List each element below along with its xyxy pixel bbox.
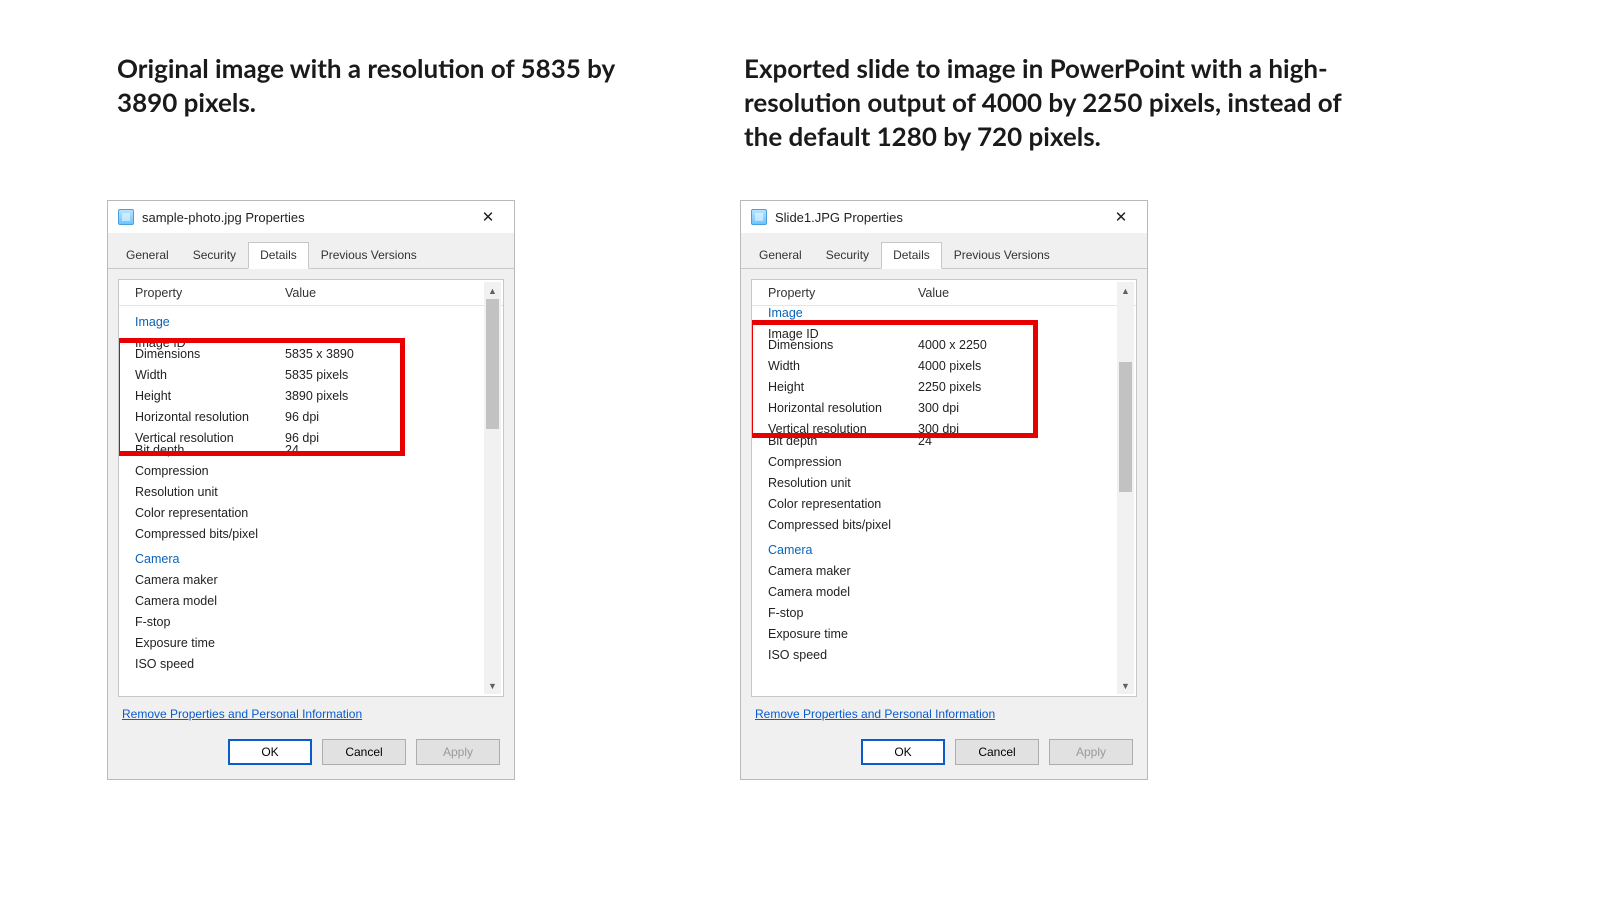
prop-cammaker: Camera maker	[135, 570, 285, 591]
prop-compression: Compression	[768, 452, 918, 473]
scroll-thumb[interactable]	[1119, 362, 1132, 492]
caption-left: Original image with a resolution of 5835…	[117, 52, 677, 120]
prop-bitdepth: Bit depth	[135, 440, 285, 461]
apply-button: Apply	[416, 739, 500, 765]
section-camera: Camera	[135, 549, 285, 570]
val-bitdepth: 24	[285, 440, 481, 461]
ok-button[interactable]: OK	[861, 739, 945, 765]
scroll-down-icon[interactable]: ▼	[484, 677, 501, 694]
prop-dimensions: Dimensions	[768, 335, 918, 356]
section-image-clipped: Image	[768, 303, 918, 324]
prop-bitdepth: Bit depth	[768, 431, 918, 452]
val-height: 3890 pixels	[285, 386, 481, 407]
details-panel: Property Value Image Image ID Dimensions…	[751, 279, 1137, 697]
caption-right: Exported slide to image in PowerPoint wi…	[744, 52, 1344, 153]
tab-strip: General Security Details Previous Versio…	[741, 233, 1147, 269]
val-width: 5835 pixels	[285, 365, 481, 386]
tab-general[interactable]: General	[747, 242, 814, 269]
window-title: sample-photo.jpg Properties	[142, 210, 468, 225]
scroll-up-icon[interactable]: ▲	[1117, 282, 1134, 299]
dialog-buttons: OK Cancel Apply	[108, 731, 514, 777]
properties-dialog-right: Slide1.JPG Properties ✕ General Security…	[740, 200, 1148, 780]
window-title: Slide1.JPG Properties	[775, 210, 1101, 225]
close-button[interactable]: ✕	[1101, 203, 1141, 231]
column-headers: Property Value	[119, 280, 503, 306]
property-list: Image Image ID Dimensions4000 x 2250 Wid…	[752, 306, 1136, 666]
val-height: 2250 pixels	[918, 377, 1114, 398]
prop-dimensions: Dimensions	[135, 344, 285, 365]
prop-iso: ISO speed	[768, 645, 918, 666]
image-file-icon	[751, 209, 767, 225]
prop-cammaker: Camera maker	[768, 561, 918, 582]
cancel-button[interactable]: Cancel	[322, 739, 406, 765]
titlebar: Slide1.JPG Properties ✕	[741, 201, 1147, 233]
properties-dialog-left: sample-photo.jpg Properties ✕ General Se…	[107, 200, 515, 780]
scroll-down-icon[interactable]: ▼	[1117, 677, 1134, 694]
prop-exptime: Exposure time	[768, 624, 918, 645]
property-list: Image Image ID Dimensions5835 x 3890 Wid…	[119, 306, 503, 675]
details-panel: Property Value Image Image ID Dimensions…	[118, 279, 504, 697]
prop-iso: ISO speed	[135, 654, 285, 675]
val-bitdepth: 24	[918, 431, 1114, 452]
prop-fstop: F-stop	[768, 603, 918, 624]
section-image: Image	[135, 312, 285, 333]
val-dimensions: 5835 x 3890	[285, 344, 481, 365]
header-property: Property	[135, 286, 285, 300]
section-camera: Camera	[768, 540, 918, 561]
tab-previous-versions[interactable]: Previous Versions	[942, 242, 1062, 269]
cancel-button[interactable]: Cancel	[955, 739, 1039, 765]
apply-button: Apply	[1049, 739, 1133, 765]
scrollbar[interactable]: ▲ ▼	[484, 282, 501, 694]
tab-details[interactable]: Details	[248, 242, 309, 269]
header-value: Value	[918, 286, 949, 300]
prop-cbpp: Compressed bits/pixel	[768, 515, 918, 536]
prop-cammodel: Camera model	[135, 591, 285, 612]
image-file-icon	[118, 209, 134, 225]
close-button[interactable]: ✕	[468, 203, 508, 231]
tab-strip: General Security Details Previous Versio…	[108, 233, 514, 269]
tab-general[interactable]: General	[114, 242, 181, 269]
prop-resunit: Resolution unit	[135, 482, 285, 503]
ok-button[interactable]: OK	[228, 739, 312, 765]
prop-colorrep: Color representation	[135, 503, 285, 524]
val-hres: 96 dpi	[285, 407, 481, 428]
tab-details[interactable]: Details	[881, 242, 942, 269]
prop-exptime: Exposure time	[135, 633, 285, 654]
remove-properties-link[interactable]: Remove Properties and Personal Informati…	[755, 707, 995, 721]
titlebar: sample-photo.jpg Properties ✕	[108, 201, 514, 233]
dialog-buttons: OK Cancel Apply	[741, 731, 1147, 777]
prop-cammodel: Camera model	[768, 582, 918, 603]
prop-hres: Horizontal resolution	[135, 407, 285, 428]
prop-resunit: Resolution unit	[768, 473, 918, 494]
prop-colorrep: Color representation	[768, 494, 918, 515]
prop-compression: Compression	[135, 461, 285, 482]
val-width: 4000 pixels	[918, 356, 1114, 377]
scroll-up-icon[interactable]: ▲	[484, 282, 501, 299]
prop-width: Width	[135, 365, 285, 386]
prop-fstop: F-stop	[135, 612, 285, 633]
tab-security[interactable]: Security	[814, 242, 881, 269]
prop-hres: Horizontal resolution	[768, 398, 918, 419]
prop-height: Height	[768, 377, 918, 398]
tab-previous-versions[interactable]: Previous Versions	[309, 242, 429, 269]
header-property: Property	[768, 286, 918, 300]
tab-security[interactable]: Security	[181, 242, 248, 269]
val-dimensions: 4000 x 2250	[918, 335, 1114, 356]
prop-height: Height	[135, 386, 285, 407]
val-hres: 300 dpi	[918, 398, 1114, 419]
remove-properties-link[interactable]: Remove Properties and Personal Informati…	[122, 707, 362, 721]
prop-cbpp: Compressed bits/pixel	[135, 524, 285, 545]
prop-width: Width	[768, 356, 918, 377]
scrollbar[interactable]: ▲ ▼	[1117, 282, 1134, 694]
scroll-thumb[interactable]	[486, 299, 499, 429]
header-value: Value	[285, 286, 316, 300]
